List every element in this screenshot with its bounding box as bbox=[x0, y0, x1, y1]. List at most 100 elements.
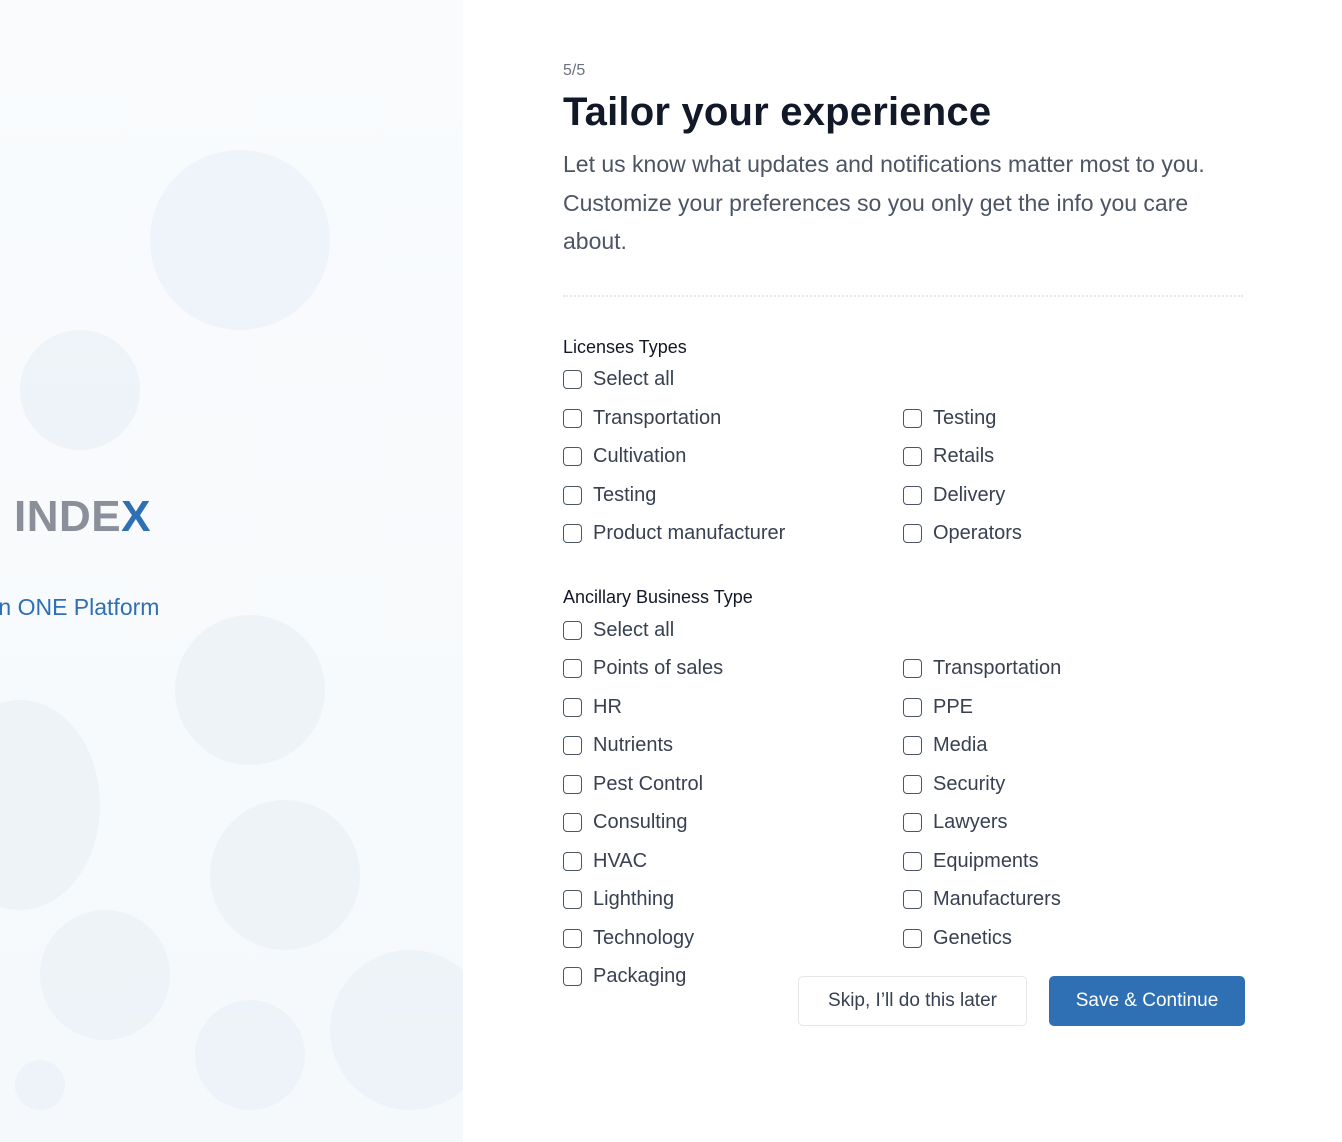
decorative-bubble bbox=[195, 1000, 305, 1110]
checkbox[interactable] bbox=[563, 697, 582, 717]
licenses-select-all[interactable]: Select all bbox=[563, 368, 909, 391]
ancillary-select-all[interactable]: Select all bbox=[563, 619, 909, 642]
checkbox-label: Transportation bbox=[933, 657, 1062, 680]
licenses-option-product-manufacturer[interactable]: Product manufacturer bbox=[563, 522, 903, 545]
checkbox-row: Transportation Testing bbox=[563, 399, 1243, 438]
ancillary-option-lawyers[interactable]: Lawyers bbox=[903, 811, 1243, 834]
licenses-option-testing[interactable]: Testing bbox=[903, 407, 1243, 430]
checkbox-label: PPE bbox=[933, 695, 974, 718]
decorative-bubble bbox=[330, 950, 463, 1110]
ancillary-option-transportation[interactable]: Transportation bbox=[903, 657, 1243, 680]
ancillary-option-security[interactable]: Security bbox=[903, 773, 1243, 796]
checkbox-row: Select all bbox=[563, 361, 1243, 400]
licenses-option-cultivation[interactable]: Cultivation bbox=[563, 445, 903, 468]
checkbox[interactable] bbox=[563, 967, 582, 987]
ancillary-option-media[interactable]: Media bbox=[903, 734, 1243, 757]
checkbox[interactable] bbox=[563, 485, 582, 505]
checkbox[interactable] bbox=[563, 736, 582, 756]
checkbox-label: Consulting bbox=[593, 811, 688, 834]
checkbox[interactable] bbox=[563, 370, 582, 390]
decorative-bubble bbox=[40, 910, 170, 1040]
ancillary-option-manufacturers[interactable]: Manufacturers bbox=[903, 888, 1243, 911]
decorative-bubble bbox=[175, 615, 325, 765]
checkbox-row: Pest Control Security bbox=[563, 765, 1243, 804]
ancillary-option-ppe[interactable]: PPE bbox=[903, 696, 1243, 719]
ancillary-section-title: Ancillary Business Type bbox=[563, 587, 753, 607]
ancillary-option-lighthing[interactable]: Lighthing bbox=[563, 888, 903, 911]
ancillary-option-consulting[interactable]: Consulting bbox=[563, 811, 903, 834]
checkbox[interactable] bbox=[903, 447, 922, 467]
checkbox[interactable] bbox=[563, 851, 582, 871]
brand-tagline: In ONE Platform bbox=[0, 594, 160, 620]
checkbox[interactable] bbox=[903, 659, 922, 679]
ancillary-option-pest-control[interactable]: Pest Control bbox=[563, 773, 903, 796]
step-indicator: 5/5 bbox=[563, 62, 586, 79]
checkbox-label: Security bbox=[933, 772, 1006, 795]
checkbox[interactable] bbox=[903, 736, 922, 756]
checkbox[interactable] bbox=[903, 928, 922, 948]
checkbox-label: Nutrients bbox=[593, 734, 674, 757]
checkbox-label: Points of sales bbox=[593, 657, 724, 680]
checkbox-label: Lighthing bbox=[593, 888, 675, 911]
checkbox-label: Select all bbox=[593, 618, 675, 641]
ancillary-option-equipments[interactable]: Equipments bbox=[903, 850, 1243, 873]
checkbox[interactable] bbox=[903, 813, 922, 833]
checkbox-row: Product manufacturer Operators bbox=[563, 515, 1243, 554]
checkbox[interactable] bbox=[563, 774, 582, 794]
checkbox-label: Lawyers bbox=[933, 811, 1008, 834]
ancillary-option-points-of-sales[interactable]: Points of sales bbox=[563, 657, 903, 680]
decorative-bubble bbox=[15, 1060, 65, 1110]
checkbox[interactable] bbox=[903, 890, 922, 910]
licenses-option-delivery[interactable]: Delivery bbox=[903, 484, 1243, 507]
licenses-option-operators[interactable]: Operators bbox=[903, 522, 1243, 545]
checkbox-row: Cultivation Retails bbox=[563, 438, 1243, 477]
licenses-option-transportation[interactable]: Transportation bbox=[563, 407, 903, 430]
checkbox-label: Packaging bbox=[593, 965, 687, 988]
save-continue-button[interactable]: Save & Continue bbox=[1049, 976, 1245, 1026]
checkbox[interactable] bbox=[563, 928, 582, 948]
decorative-bubble bbox=[0, 700, 100, 910]
checkbox[interactable] bbox=[563, 813, 582, 833]
checkbox-label: Manufacturers bbox=[933, 888, 1061, 911]
checkbox[interactable] bbox=[563, 408, 582, 428]
checkbox[interactable] bbox=[903, 774, 922, 794]
checkbox-label: Media bbox=[933, 734, 988, 757]
checkbox[interactable] bbox=[563, 447, 582, 467]
checkbox-label: HVAC bbox=[593, 849, 648, 872]
checkbox[interactable] bbox=[903, 524, 922, 544]
checkbox-label: Operators bbox=[933, 522, 1022, 545]
ancillary-option-nutrients[interactable]: Nutrients bbox=[563, 734, 903, 757]
skip-button[interactable]: Skip, I’ll do this later bbox=[798, 976, 1027, 1026]
brand-panel: INDEX In ONE Platform bbox=[0, 0, 463, 1142]
checkbox-row: Select all bbox=[563, 611, 1243, 650]
ancillary-option-hr[interactable]: HR bbox=[563, 696, 903, 719]
checkbox[interactable] bbox=[563, 524, 582, 544]
checkbox[interactable] bbox=[903, 851, 922, 871]
checkbox[interactable] bbox=[903, 697, 922, 717]
checkbox[interactable] bbox=[563, 620, 582, 640]
ancillary-option-genetics[interactable]: Genetics bbox=[903, 927, 1243, 950]
checkbox-label: Genetics bbox=[933, 926, 1012, 949]
licenses-option-testing-2[interactable]: Testing bbox=[563, 484, 903, 507]
checkbox[interactable] bbox=[563, 659, 582, 679]
brand-logo: INDEX bbox=[14, 492, 151, 542]
checkbox-label: Equipments bbox=[933, 849, 1039, 872]
ancillary-option-hvac[interactable]: HVAC bbox=[563, 850, 903, 873]
checkbox[interactable] bbox=[903, 408, 922, 428]
checkbox-row: HVAC Equipments bbox=[563, 842, 1243, 881]
checkbox[interactable] bbox=[563, 890, 582, 910]
checkbox-row: Testing Delivery bbox=[563, 476, 1243, 515]
decorative-bubble bbox=[20, 330, 140, 450]
page-title: Tailor your experience bbox=[563, 90, 992, 134]
checkbox[interactable] bbox=[903, 485, 922, 505]
licenses-option-retails[interactable]: Retails bbox=[903, 445, 1243, 468]
form-actions: Skip, I’ll do this later Save & Continue bbox=[798, 976, 1245, 1026]
decorative-bubble bbox=[150, 150, 330, 330]
licenses-section-title: Licenses Types bbox=[563, 336, 687, 357]
checkbox-label: Pest Control bbox=[593, 772, 704, 795]
ancillary-option-technology[interactable]: Technology bbox=[563, 927, 903, 950]
ancillary-section: Ancillary Business Type Select all Point… bbox=[563, 587, 1243, 996]
checkbox-row: Points of sales Transportation bbox=[563, 650, 1243, 689]
checkbox-label: HR bbox=[593, 695, 622, 718]
checkbox-label: Transportation bbox=[593, 406, 722, 429]
